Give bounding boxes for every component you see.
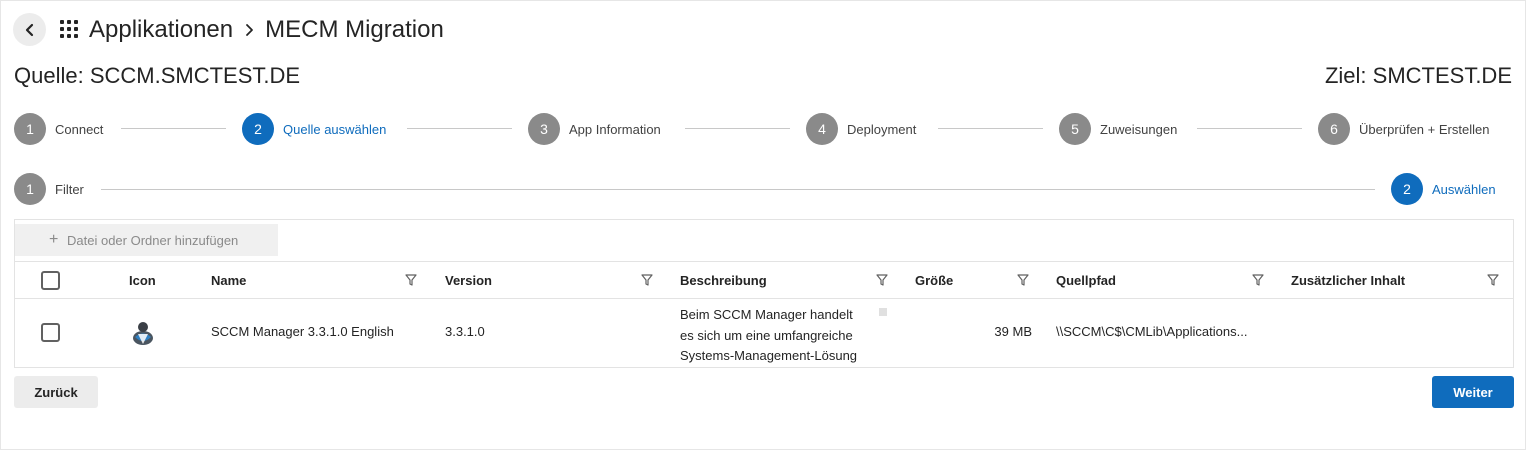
weiter-button[interactable]: Weiter [1432,376,1514,408]
column-header-quellpfad[interactable]: Quellpfad [1056,262,1116,298]
substep-filter[interactable]: 1 Filter [14,173,84,205]
zurueck-button[interactable]: Zurück [14,376,98,408]
sccm-manager-app-icon [133,322,153,345]
step-label: App Information [569,121,661,137]
step-connect[interactable]: 1 Connect [14,113,103,145]
column-header-beschreibung[interactable]: Beschreibung [680,262,767,298]
cell-beschreibung: Beim SCCM Manager handelt es sich um ein… [680,307,858,363]
column-header-name[interactable]: Name [211,262,246,298]
step-label: Quelle auswählen [283,121,387,137]
step-label: Auswählen [1432,181,1496,197]
cell-name: SCCM Manager 3.3.1.0 English [211,324,394,339]
expand-description-marker[interactable] [879,308,887,316]
select-all-checkbox[interactable] [41,271,60,290]
breadcrumb-item-current: MECM Migration [265,16,444,43]
target-label: Ziel: SMCTEST.DE [1324,63,1512,88]
step-quelle-auswaehlen[interactable]: 2 Quelle auswählen [242,113,386,145]
app-grid-icon[interactable] [60,20,78,38]
add-file-or-folder-button[interactable]: + Datei oder Ordner hinzufügen [15,224,278,256]
column-header-zusaetzlicher-inhalt[interactable]: Zusätzlicher Inhalt [1291,262,1405,298]
step-number: 4 [806,113,838,145]
table-row[interactable]: SCCM Manager 3.3.1.0 English 3.3.1.0 Bei… [15,299,1513,367]
filter-icon[interactable] [1017,273,1029,287]
filter-icon[interactable] [641,273,653,287]
step-number: 3 [528,113,560,145]
step-label: Deployment [847,121,917,137]
breadcrumb-item-applikationen[interactable]: Applikationen [89,16,233,44]
chevron-left-icon [25,23,33,36]
back-navigation-button[interactable] [13,13,46,46]
step-label: Überprüfen + Erstellen [1359,121,1490,137]
table-header: Icon Name Version Beschreibung Größe Que… [15,261,1513,299]
step-number: 2 [242,113,274,145]
applications-table-panel: + Datei oder Ordner hinzufügen Icon Name… [14,219,1514,368]
filter-icon[interactable] [405,273,417,287]
step-label: Zuweisungen [1100,121,1178,137]
column-header-icon: Icon [129,272,156,288]
row-select-checkbox[interactable] [41,323,60,342]
step-label: Connect [55,121,104,137]
column-header-version[interactable]: Version [445,262,492,298]
step-number: 2 [1391,173,1423,205]
plus-icon: + [49,231,59,248]
step-number: 1 [14,113,46,145]
step-label: Filter [55,181,84,197]
column-header-groesse[interactable]: Größe [915,262,953,298]
filter-icon[interactable] [876,273,888,287]
app-window: Applikationen MECM Migration Quelle: SCC… [0,0,1526,450]
step-zuweisungen[interactable]: 5 Zuweisungen [1059,113,1177,145]
substep-auswaehlen[interactable]: 2 Auswählen [1391,173,1496,205]
cell-version: 3.3.1.0 [445,324,485,339]
cell-quellpfad: \\SCCM\C$\CMLib\Applications... [1056,324,1248,339]
filter-icon[interactable] [1487,273,1499,287]
cell-groesse: 39 MB [994,324,1032,339]
step-app-information[interactable]: 3 App Information [528,113,661,145]
source-label: Quelle: SCCM.SMCTEST.DE [14,63,301,88]
chevron-right-icon [245,23,255,37]
step-deployment[interactable]: 4 Deployment [806,113,916,145]
step-number: 1 [14,173,46,205]
step-ueberpruefen-erstellen[interactable]: 6 Überprüfen + Erstellen [1318,113,1489,145]
filter-icon[interactable] [1252,273,1264,287]
breadcrumb: Applikationen MECM Migration [89,15,444,45]
step-number: 5 [1059,113,1091,145]
step-number: 6 [1318,113,1350,145]
